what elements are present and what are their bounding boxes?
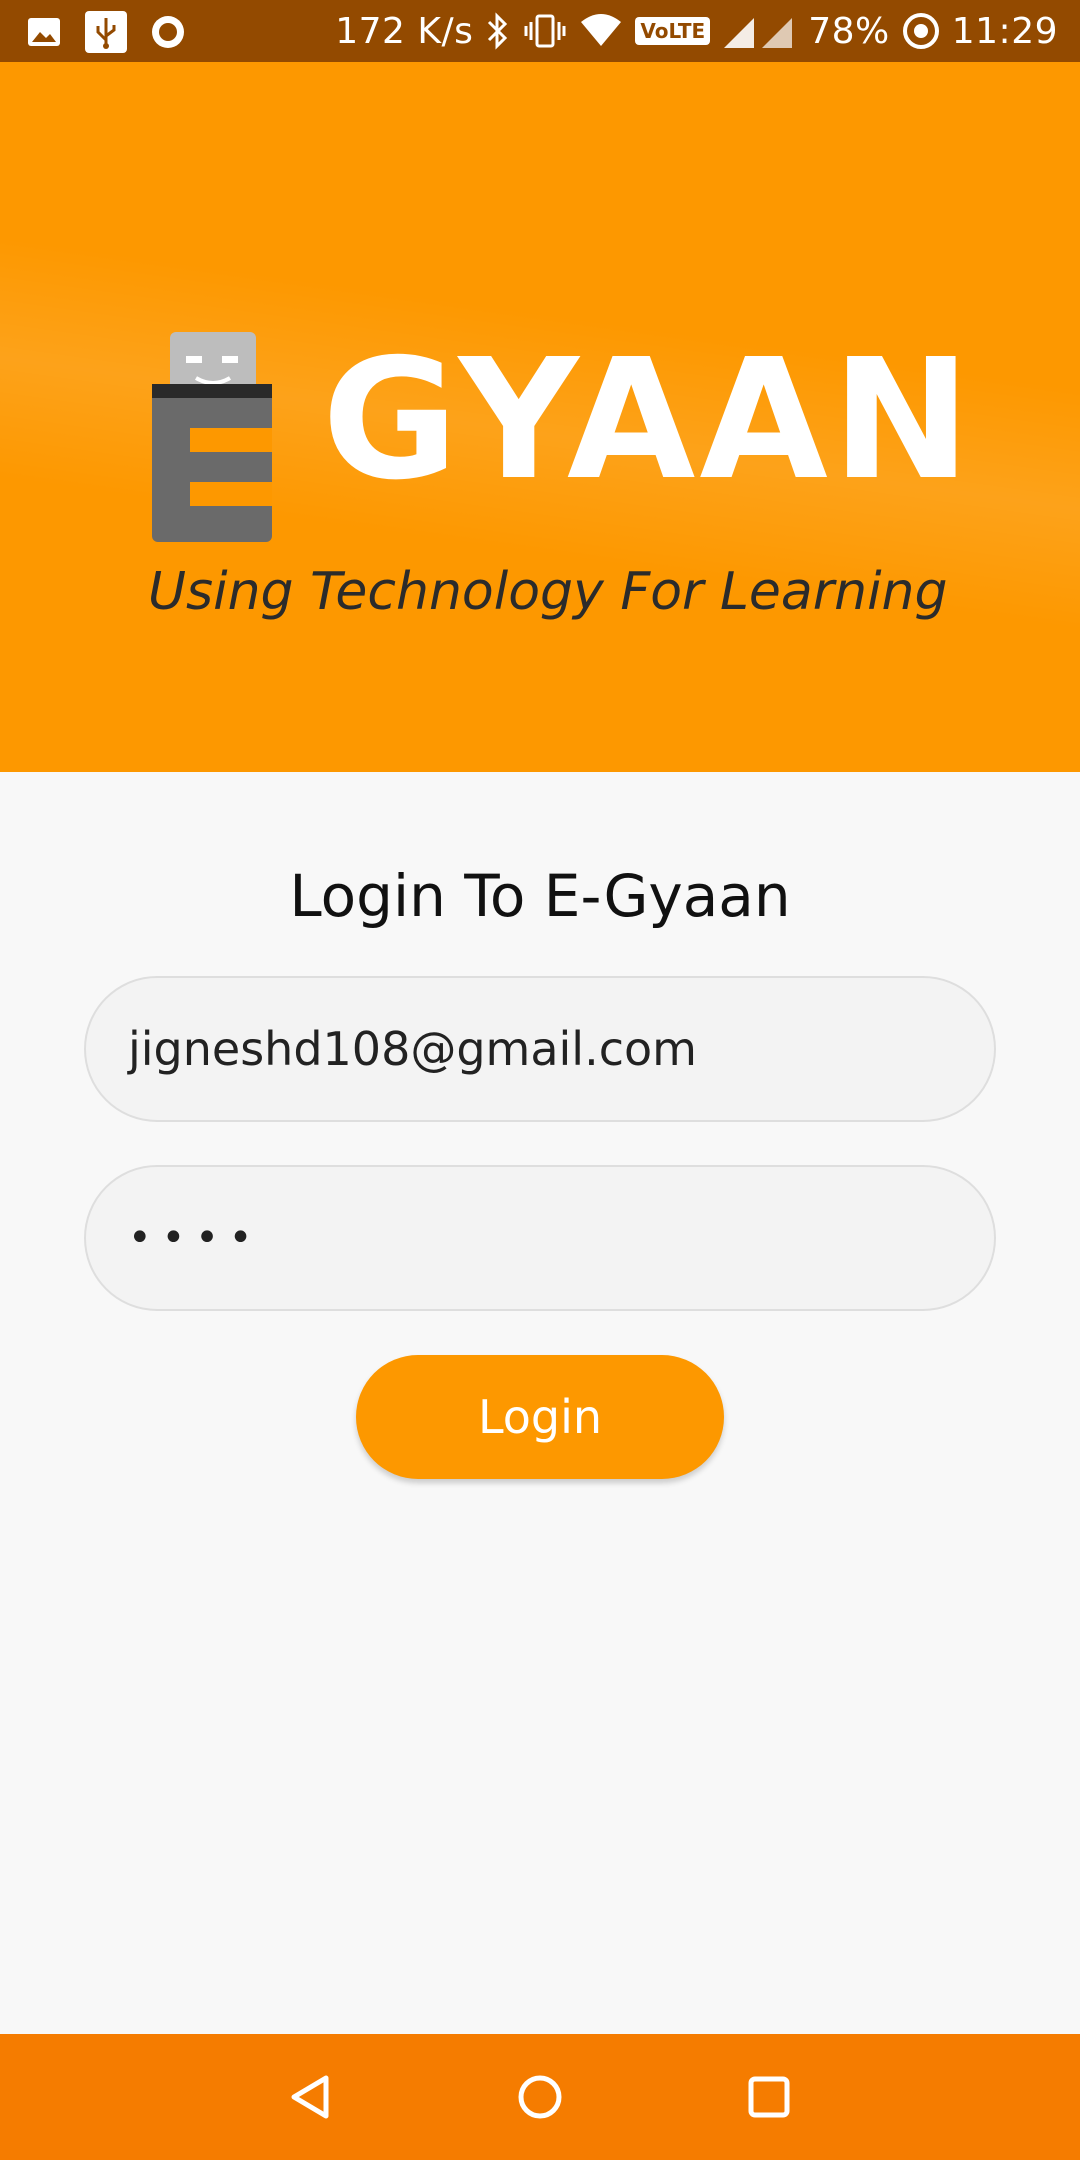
home-icon[interactable]	[507, 2064, 573, 2130]
logo-wordmark: GYAAN	[322, 324, 975, 517]
login-button[interactable]: Login	[356, 1355, 724, 1479]
wifi-icon	[579, 12, 623, 50]
battery-saver-icon	[902, 12, 940, 50]
navigation-bar	[0, 2034, 1080, 2160]
usb-icon	[84, 10, 128, 54]
header-banner: GYAAN Using Technology For Learning	[0, 62, 1080, 772]
circle-notification-icon	[150, 14, 186, 50]
signal-icon	[722, 12, 796, 50]
usb-drive-e-icon	[152, 332, 272, 542]
password-value: ••••	[128, 1215, 263, 1261]
back-icon[interactable]	[278, 2064, 344, 2130]
volte-badge: VoLTE	[635, 17, 711, 45]
battery-percent: 78%	[808, 10, 890, 52]
network-speed: 172 K/s	[335, 10, 474, 52]
egyaan-logo: GYAAN Using Technology For Learning	[148, 270, 971, 622]
logo-tagline: Using Technology For Learning	[148, 562, 948, 622]
bluetooth-icon	[485, 12, 511, 50]
email-field[interactable]: jigneshd108@gmail.com	[84, 976, 996, 1122]
vibrate-icon	[523, 12, 567, 50]
recents-icon[interactable]	[736, 2064, 802, 2130]
gallery-icon	[26, 14, 62, 50]
status-bar: 172 K/s VoLTE 78% 11:29	[0, 0, 1080, 62]
email-value: jigneshd108@gmail.com	[128, 1022, 697, 1076]
password-field[interactable]: ••••	[84, 1165, 996, 1311]
login-title: Login To E-Gyaan	[289, 862, 791, 930]
clock: 11:29	[951, 10, 1058, 52]
